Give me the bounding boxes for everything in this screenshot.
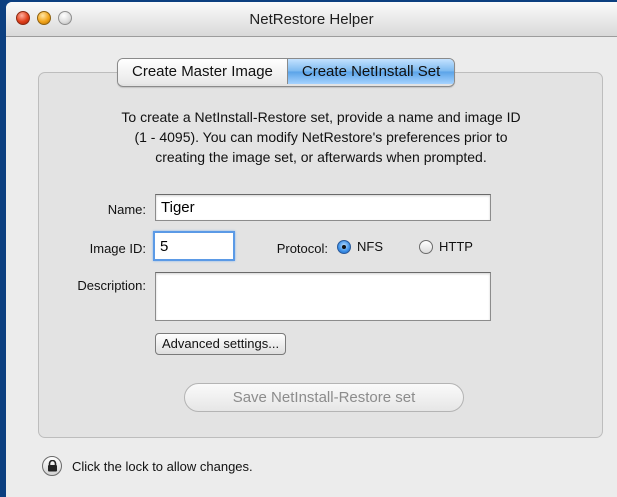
window-title: NetRestore Helper bbox=[249, 11, 374, 28]
image-id-label: Image ID: bbox=[89, 241, 146, 256]
protocol-radio-http[interactable]: HTTP bbox=[419, 239, 473, 254]
protocol-nfs-label: NFS bbox=[357, 239, 383, 254]
radio-selected-icon[interactable] bbox=[337, 239, 351, 254]
instructions-line-3: creating the image set, or afterwards wh… bbox=[155, 149, 487, 165]
tab-bar: Create Master Image Create NetInstall Se… bbox=[117, 58, 456, 87]
app-window: NetRestore Helper Create Master Image Cr… bbox=[6, 2, 617, 497]
name-input[interactable] bbox=[155, 194, 491, 221]
protocol-radio-nfs[interactable]: NFS bbox=[337, 239, 383, 254]
image-id-input[interactable] bbox=[153, 231, 235, 261]
description-input[interactable] bbox=[155, 272, 491, 321]
name-label: Name: bbox=[107, 202, 146, 217]
instructions-text: To create a NetInstall-Restore set, prov… bbox=[50, 107, 592, 167]
instructions-line-2: (1 - 4095). You can modify NetRestore's … bbox=[134, 129, 508, 145]
protocol-http-label: HTTP bbox=[439, 239, 473, 254]
advanced-settings-button[interactable]: Advanced settings... bbox=[155, 333, 287, 355]
lock-button[interactable] bbox=[42, 456, 62, 476]
description-label: Description: bbox=[77, 278, 146, 293]
instructions-line-1: To create a NetInstall-Restore set, prov… bbox=[121, 109, 521, 125]
tab-create-netinstall-set[interactable]: Create NetInstall Set bbox=[286, 59, 455, 84]
protocol-label: Protocol: bbox=[276, 241, 328, 256]
lock-status-text: Click the lock to allow changes. bbox=[72, 459, 253, 474]
save-netinstall-restore-button[interactable]: Save NetInstall-Restore set bbox=[184, 383, 464, 412]
title-bar[interactable]: NetRestore Helper bbox=[6, 2, 617, 37]
lock-icon bbox=[48, 460, 57, 472]
tab-create-master-image[interactable]: Create Master Image bbox=[118, 59, 287, 84]
radio-unselected-icon[interactable] bbox=[419, 239, 433, 254]
